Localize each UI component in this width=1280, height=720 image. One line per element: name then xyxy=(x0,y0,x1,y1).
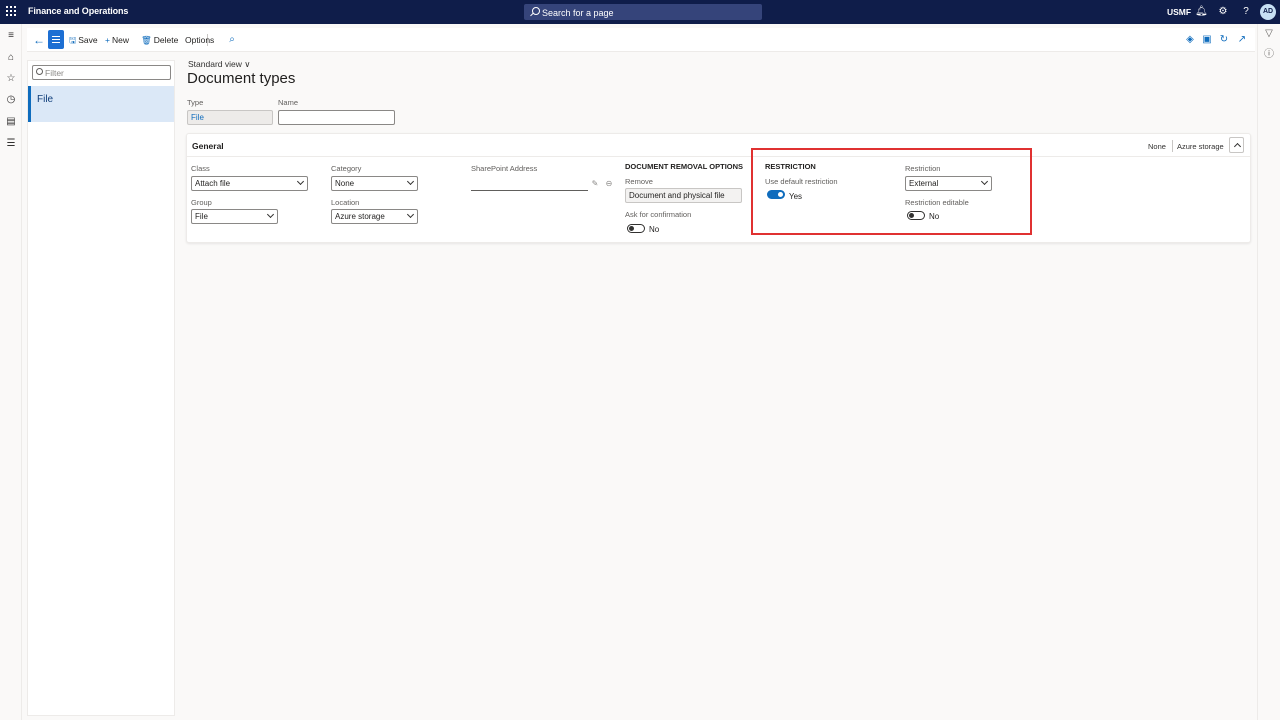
page-title: Document types xyxy=(187,70,296,87)
options-button[interactable]: Options xyxy=(185,35,214,45)
group-label: Group xyxy=(191,198,212,207)
filter-funnel-icon[interactable]: ▽ xyxy=(1263,28,1275,40)
star-icon[interactable]: ☆ xyxy=(5,73,17,85)
top-bar: Finance and Operations Search for a page… xyxy=(0,0,1280,24)
help-icon[interactable]: ? xyxy=(1240,6,1252,18)
type-field[interactable]: File xyxy=(187,110,273,125)
edit-pencil-icon[interactable]: ✎ xyxy=(590,179,600,189)
save-icon: 🖫︎ xyxy=(69,35,77,45)
class-label: Class xyxy=(191,164,210,173)
modules-icon[interactable]: ☰ xyxy=(5,138,17,150)
summary-separator xyxy=(1172,140,1173,152)
info-icon[interactable]: ⓘ xyxy=(1263,49,1275,61)
company-picker[interactable]: USMF xyxy=(1167,7,1191,17)
refresh-icon[interactable]: ↻ xyxy=(1218,34,1230,46)
hamburger-icon[interactable]: ≡ xyxy=(5,30,17,42)
name-label: Name xyxy=(278,98,299,107)
confirm-toggle[interactable] xyxy=(627,224,645,233)
delete-button[interactable]: 🗑︎ Delete xyxy=(141,35,178,46)
highlight-box xyxy=(751,148,1032,235)
location-label: Location xyxy=(331,198,360,207)
action-search-icon[interactable]: ⌕ xyxy=(226,34,238,46)
global-search-text: Search for a page xyxy=(542,8,614,18)
chevron-down-icon xyxy=(296,177,305,186)
new-button[interactable]: + New xyxy=(105,35,129,45)
left-nav: ≡ ⌂ ☆ ◷ ▤ ☰ xyxy=(0,24,22,720)
chevron-down-icon xyxy=(406,210,415,219)
chevron-down-icon xyxy=(266,210,275,219)
chevron-down-icon: ∨ xyxy=(244,59,251,69)
clear-icon[interactable]: ⊖ xyxy=(604,179,614,189)
home-icon[interactable]: ⌂ xyxy=(5,52,17,64)
sharepoint-field[interactable] xyxy=(471,177,588,191)
action-pane: ← 🖫︎ Save + New 🗑︎ Delete Options ⌕ ◈ ▣ ↻ ↗ xyxy=(27,28,1255,52)
general-title: General xyxy=(192,141,224,151)
class-dropdown[interactable]: Attach file xyxy=(191,176,308,191)
global-search-box[interactable]: Search for a page xyxy=(524,4,762,20)
removal-options-heading: DOCUMENT REMOVAL OPTIONS xyxy=(625,162,744,171)
confirm-value: No xyxy=(649,225,660,234)
summary-category: None xyxy=(1148,142,1166,151)
sharepoint-label: SharePoint Address xyxy=(471,164,538,173)
chevron-up-icon[interactable] xyxy=(1229,137,1244,153)
search-icon xyxy=(532,7,540,15)
trash-icon: 🗑︎ xyxy=(141,35,152,45)
app-title: Finance and Operations xyxy=(28,6,129,16)
chevron-down-icon xyxy=(406,177,415,186)
location-dropdown[interactable]: Azure storage xyxy=(331,209,418,224)
list-toggle-icon[interactable] xyxy=(48,30,64,49)
workspace-icon[interactable]: ▤ xyxy=(5,116,17,128)
save-button[interactable]: 🖫︎ Save xyxy=(69,35,98,49)
general-header[interactable]: General None Azure storage xyxy=(187,134,1250,157)
waffle-icon[interactable] xyxy=(6,6,18,18)
list-pane: File xyxy=(27,60,175,716)
filter-field[interactable] xyxy=(32,65,171,80)
office-icon[interactable]: ▣ xyxy=(1201,34,1213,46)
summary-location: Azure storage xyxy=(1177,142,1224,151)
name-field[interactable] xyxy=(278,110,395,125)
remove-field[interactable]: Document and physical file xyxy=(625,188,742,203)
remove-label: Remove xyxy=(625,177,653,186)
category-label: Category xyxy=(331,164,362,173)
filter-search-icon xyxy=(36,68,43,75)
group-dropdown[interactable]: File xyxy=(191,209,278,224)
confirm-label: Ask for confirmation xyxy=(625,210,692,219)
back-arrow-icon[interactable]: ← xyxy=(31,32,47,48)
filter-input[interactable] xyxy=(45,67,165,78)
gear-icon[interactable]: ⚙ xyxy=(1217,6,1229,18)
open-new-window-icon[interactable]: ↗ xyxy=(1236,34,1248,46)
list-item-label: File xyxy=(37,94,54,105)
type-label: Type xyxy=(187,98,204,107)
clock-icon[interactable]: ◷ xyxy=(5,94,17,106)
list-item[interactable]: File xyxy=(28,86,174,122)
power-apps-icon[interactable]: ◈ xyxy=(1184,34,1196,46)
avatar[interactable]: AD xyxy=(1260,4,1276,20)
plus-icon: + xyxy=(105,35,110,45)
bell-icon[interactable]: 🔔︎ xyxy=(1195,6,1208,18)
category-dropdown[interactable]: None xyxy=(331,176,418,191)
right-strip: ▽ ⓘ xyxy=(1257,24,1280,720)
view-selector[interactable]: Standard view ∨ xyxy=(188,59,250,70)
